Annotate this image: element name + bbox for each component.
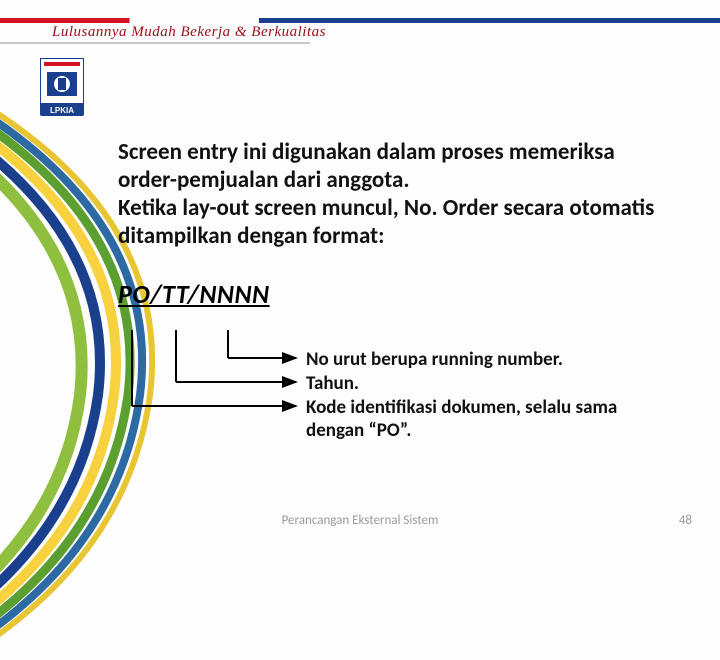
logo-label: LPKIA	[50, 106, 74, 115]
tagline-text: Lulusannya Mudah Bekerja & Berkualitas	[52, 24, 326, 41]
paragraph-1: Screen entry ini digunakan dalam proses …	[118, 138, 678, 194]
paragraph-2: Ketika lay-out screen muncul, No. Order …	[118, 194, 678, 250]
footer-text: Perancangan Eksternal Sistem	[0, 513, 720, 528]
format-diagram: No urut berupa running number. Tahun. Ko…	[118, 330, 678, 475]
top-color-bar	[0, 18, 720, 23]
institution-logo: LPKIA	[40, 58, 84, 116]
main-content: Screen entry ini digunakan dalam proses …	[118, 138, 678, 310]
explanation-2: Tahun.	[306, 372, 676, 395]
explanation-1: No urut berupa running number.	[306, 348, 676, 371]
format-code: PO/TT/NNNN	[118, 278, 678, 310]
page-number: 48	[679, 513, 692, 528]
tagline-underline	[0, 42, 310, 44]
explanation-3: Kode identifikasi dokumen, selalu sama d…	[306, 396, 676, 442]
